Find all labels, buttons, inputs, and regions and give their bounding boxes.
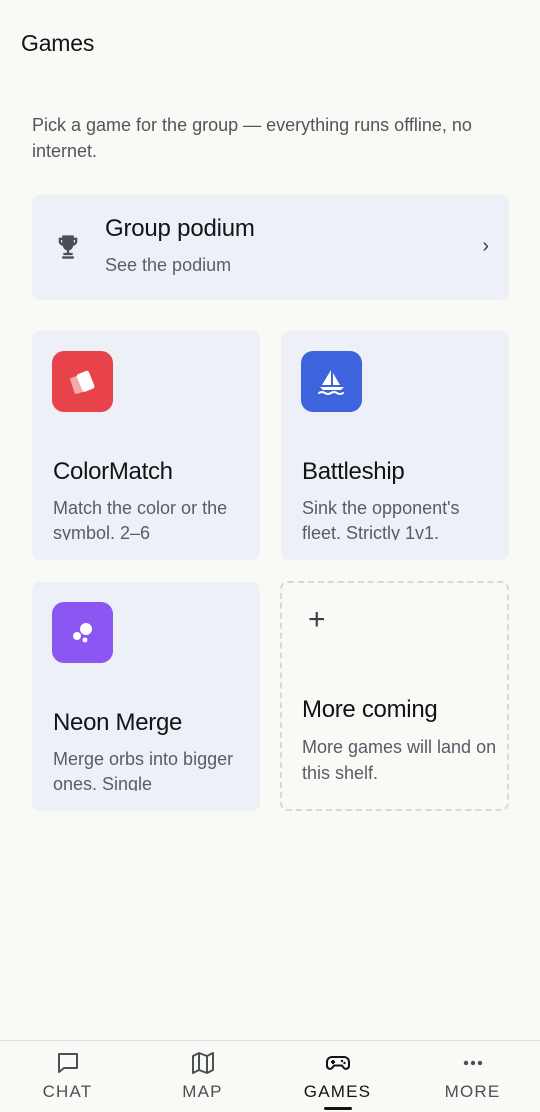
nav-item-more[interactable]: MORE	[405, 1041, 540, 1112]
game-card-neon-merge[interactable]: Neon Merge Merge orbs into bigger ones. …	[32, 582, 260, 811]
active-indicator	[323, 1107, 352, 1110]
podium-subtitle: See the podium	[105, 255, 232, 275]
trophy-icon	[58, 235, 78, 259]
chat-icon	[57, 1053, 78, 1073]
more-coming-description: More games will land on this shelf.	[302, 737, 497, 783]
intro-text: Pick a game for the group — everything r…	[32, 115, 472, 161]
game-title: ColorMatch	[53, 458, 173, 485]
podium-title: Group podium	[105, 215, 255, 242]
game-description: Merge orbs into bigger ones. Single	[53, 749, 234, 791]
nav-label: GAMES	[303, 1082, 372, 1101]
cards-icon	[69, 370, 94, 394]
sailboat-icon	[317, 369, 344, 395]
group-podium-card[interactable]: Group podium See the podium ›	[32, 195, 509, 300]
neon-merge-tile	[52, 602, 113, 663]
game-description: Sink the opponent's fleet. Strictly 1v1.	[302, 498, 460, 540]
gamepad-icon	[325, 1056, 350, 1070]
game-title: Battleship	[302, 458, 405, 485]
nav-item-chat[interactable]: CHAT	[0, 1041, 135, 1112]
more-coming-title: More coming	[302, 696, 438, 723]
colormatch-tile	[52, 351, 113, 412]
more-dots-icon	[463, 1060, 482, 1066]
orbs-icon	[72, 622, 92, 642]
battleship-tile	[301, 351, 362, 412]
bottom-nav: CHAT MAP GAMES MORE	[0, 1040, 540, 1112]
game-card-colormatch[interactable]: ColorMatch Match the color or the symbol…	[32, 331, 260, 560]
plus-icon: +	[308, 603, 326, 636]
game-description: Match the color or the symbol. 2–6	[53, 498, 228, 540]
page-title: Games	[21, 30, 95, 56]
game-title: Neon Merge	[53, 709, 183, 736]
nav-label: CHAT	[42, 1082, 93, 1101]
game-card-battleship[interactable]: Battleship Sink the opponent's fleet. St…	[281, 331, 509, 560]
nav-item-map[interactable]: MAP	[135, 1041, 270, 1112]
nav-label: MAP	[182, 1082, 223, 1101]
nav-item-games[interactable]: GAMES	[270, 1041, 405, 1112]
map-icon	[191, 1052, 214, 1074]
more-coming-card: + More coming More games will land on th…	[280, 581, 509, 811]
chevron-right-icon: ›	[482, 235, 489, 257]
app-bar: Games	[0, 0, 540, 88]
nav-label: MORE	[444, 1082, 501, 1101]
